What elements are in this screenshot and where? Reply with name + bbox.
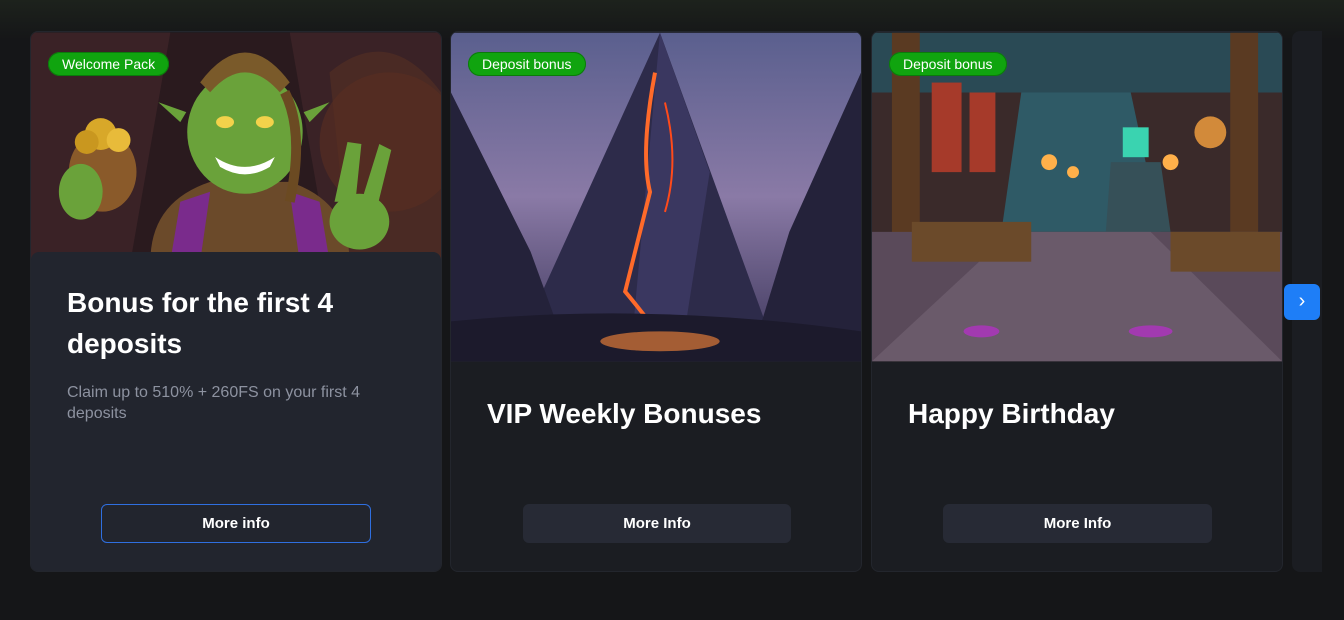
- chevron-right-icon: ›: [1298, 290, 1306, 312]
- card-title: Bonus for the first 4 deposits: [67, 287, 334, 359]
- card-content-panel: Bonus for the first 4 deposits Claim up …: [31, 252, 441, 571]
- promo-card-happy-birthday: Deposit bonus Happy Birthday More Info: [871, 31, 1283, 572]
- tavern-illustration: [872, 32, 1282, 362]
- card-title: VIP Weekly Bonuses: [487, 398, 762, 429]
- more-info-button[interactable]: More Info: [523, 504, 791, 543]
- deposit-bonus-badge: Deposit bonus: [889, 52, 1007, 76]
- promo-card-vip-weekly: Deposit bonus VIP Weekly Bonuses More In…: [450, 31, 862, 572]
- deposit-bonus-badge: Deposit bonus: [468, 52, 586, 76]
- welcome-pack-badge: Welcome Pack: [48, 52, 170, 76]
- more-info-button[interactable]: More info: [101, 504, 371, 543]
- card-description: Claim up to 510% + 260FS on your first 4…: [67, 384, 361, 422]
- more-info-button[interactable]: More Info: [943, 504, 1212, 543]
- promo-card-welcome-pack: Welcome Pack Bonus for the first 4 depos…: [30, 31, 442, 572]
- card-title: Happy Birthday: [908, 398, 1115, 429]
- volcano-illustration: [451, 32, 861, 362]
- carousel-next-button[interactable]: ›: [1284, 284, 1320, 320]
